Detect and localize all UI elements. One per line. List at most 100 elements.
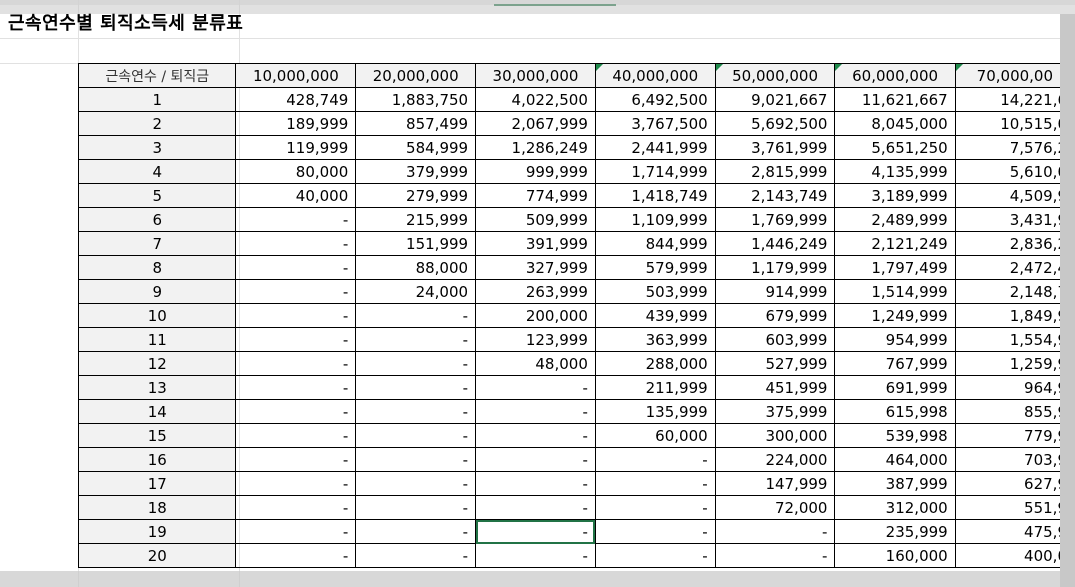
table-cell[interactable]: 2,836,2 <box>954 231 1075 256</box>
row-header-years[interactable]: 5 <box>77 183 237 208</box>
table-cell[interactable]: 2,067,999 <box>475 111 596 136</box>
table-cell[interactable]: 774,999 <box>475 183 596 208</box>
table-cell[interactable]: 1,514,999 <box>834 279 956 304</box>
spreadsheet-area[interactable]: 근속연수별 퇴직소득세 분류표 근속연수 / 퇴직금 10,000,000 20,… <box>0 0 1075 587</box>
table-cell[interactable]: - <box>235 327 357 352</box>
table-cell[interactable]: 1,446,249 <box>714 231 836 256</box>
table-cell[interactable]: 627,9 <box>954 471 1075 496</box>
table-cell[interactable]: - <box>355 519 477 544</box>
table-cell[interactable]: - <box>235 279 357 304</box>
table-cell[interactable]: 844,999 <box>594 231 716 256</box>
table-cell[interactable]: 1,554,9 <box>954 327 1075 352</box>
table-cell[interactable]: 400,0 <box>954 543 1075 568</box>
table-cell[interactable]: 327,999 <box>475 255 596 280</box>
table-cell[interactable]: - <box>355 303 477 328</box>
table-cell[interactable]: 215,999 <box>355 207 477 232</box>
table-cell[interactable]: - <box>235 519 357 544</box>
table-cell[interactable]: - <box>355 351 477 376</box>
table-cell[interactable]: - <box>475 447 596 472</box>
table-cell[interactable]: 428,749 <box>235 87 357 112</box>
row-header-years[interactable]: 17 <box>77 471 237 496</box>
table-cell[interactable]: 2,815,999 <box>714 159 836 184</box>
table-cell[interactable]: 4,022,500 <box>475 87 596 112</box>
table-cell[interactable]: - <box>235 303 357 328</box>
table-cell[interactable]: 527,999 <box>714 351 836 376</box>
table-cell[interactable]: 603,999 <box>714 327 836 352</box>
table-cell[interactable]: 10,515,0 <box>954 111 1075 136</box>
table-cell[interactable]: 160,000 <box>834 543 956 568</box>
table-cell[interactable]: 135,999 <box>594 399 716 424</box>
table-cell[interactable]: 954,999 <box>834 327 956 352</box>
table-cell[interactable]: 857,499 <box>355 111 477 136</box>
table-cell[interactable]: 263,999 <box>475 279 596 304</box>
table-cell[interactable]: 509,999 <box>475 207 596 232</box>
table-cell[interactable]: 855,9 <box>954 399 1075 424</box>
column-header[interactable]: 10,000,000 <box>235 63 357 88</box>
table-cell[interactable]: 2,489,999 <box>834 207 956 232</box>
row-header-years[interactable]: 20 <box>77 543 237 568</box>
table-cell[interactable]: - <box>594 495 716 520</box>
table-cell[interactable]: 451,999 <box>714 375 836 400</box>
table-cell[interactable]: - <box>714 519 836 544</box>
table-cell[interactable]: - <box>475 423 596 448</box>
table-cell[interactable]: 1,883,750 <box>355 87 477 112</box>
table-cell[interactable]: - <box>235 399 357 424</box>
table-cell[interactable]: - <box>594 543 716 568</box>
table-cell[interactable]: 1,259,9 <box>954 351 1075 376</box>
table-cell[interactable]: - <box>355 495 477 520</box>
table-cell[interactable]: 1,849,9 <box>954 303 1075 328</box>
table-cell[interactable]: - <box>475 399 596 424</box>
table-cell[interactable]: 8,045,000 <box>834 111 956 136</box>
row-header-years[interactable]: 15 <box>77 423 237 448</box>
table-cell[interactable]: - <box>594 447 716 472</box>
table-cell[interactable]: 703,9 <box>954 447 1075 472</box>
table-cell[interactable]: 1,109,999 <box>594 207 716 232</box>
column-header[interactable]: 40,000,000 <box>594 63 716 88</box>
sheet-title[interactable]: 근속연수별 퇴직소득세 분류표 <box>8 12 243 36</box>
table-cell[interactable]: 2,441,999 <box>594 135 716 160</box>
table-cell[interactable]: - <box>355 543 477 568</box>
table-cell[interactable]: 1,714,999 <box>594 159 716 184</box>
table-cell[interactable]: - <box>355 447 477 472</box>
table-cell[interactable]: 1,797,499 <box>834 255 956 280</box>
table-cell[interactable]: 288,000 <box>594 351 716 376</box>
table-cell[interactable]: - <box>235 375 357 400</box>
table-cell[interactable]: 363,999 <box>594 327 716 352</box>
table-cell[interactable]: 48,000 <box>475 351 596 376</box>
table-cell[interactable]: 151,999 <box>355 231 477 256</box>
table-cell[interactable]: - <box>475 375 596 400</box>
table-cell[interactable]: - <box>235 231 357 256</box>
row-header-years[interactable]: 1 <box>77 87 237 112</box>
row-header-years[interactable]: 18 <box>77 495 237 520</box>
table-cell[interactable]: 72,000 <box>714 495 836 520</box>
table-cell[interactable]: 439,999 <box>594 303 716 328</box>
table-cell[interactable]: 964,9 <box>954 375 1075 400</box>
table-cell[interactable]: 375,999 <box>714 399 836 424</box>
corner-header[interactable]: 근속연수 / 퇴직금 <box>77 63 237 88</box>
row-header-years[interactable]: 9 <box>77 279 237 304</box>
table-cell[interactable]: 312,000 <box>834 495 956 520</box>
table-cell[interactable]: 1,418,749 <box>594 183 716 208</box>
column-header[interactable]: 50,000,000 <box>714 63 836 88</box>
table-cell[interactable]: - <box>475 471 596 496</box>
table-cell[interactable]: 5,610,0 <box>954 159 1075 184</box>
table-cell[interactable]: 60,000 <box>594 423 716 448</box>
table-cell[interactable]: 579,999 <box>594 255 716 280</box>
table-cell[interactable]: 1,179,999 <box>714 255 836 280</box>
table-cell[interactable]: 391,999 <box>475 231 596 256</box>
table-cell[interactable]: 200,000 <box>475 303 596 328</box>
table-cell[interactable]: 4,135,999 <box>834 159 956 184</box>
table-cell[interactable]: 584,999 <box>355 135 477 160</box>
table-cell[interactable]: 119,999 <box>235 135 357 160</box>
table-cell[interactable]: 300,000 <box>714 423 836 448</box>
table-cell[interactable]: - <box>235 423 357 448</box>
column-header[interactable]: 60,000,000 <box>834 63 956 88</box>
table-cell[interactable]: 6,492,500 <box>594 87 716 112</box>
table-cell[interactable]: 3,761,999 <box>714 135 836 160</box>
table-cell[interactable]: 80,000 <box>235 159 357 184</box>
table-cell[interactable]: 3,189,999 <box>834 183 956 208</box>
table-cell[interactable]: 539,998 <box>834 423 956 448</box>
table-cell[interactable]: 1,769,999 <box>714 207 836 232</box>
table-cell[interactable]: 9,021,667 <box>714 87 836 112</box>
table-cell[interactable]: - <box>355 423 477 448</box>
